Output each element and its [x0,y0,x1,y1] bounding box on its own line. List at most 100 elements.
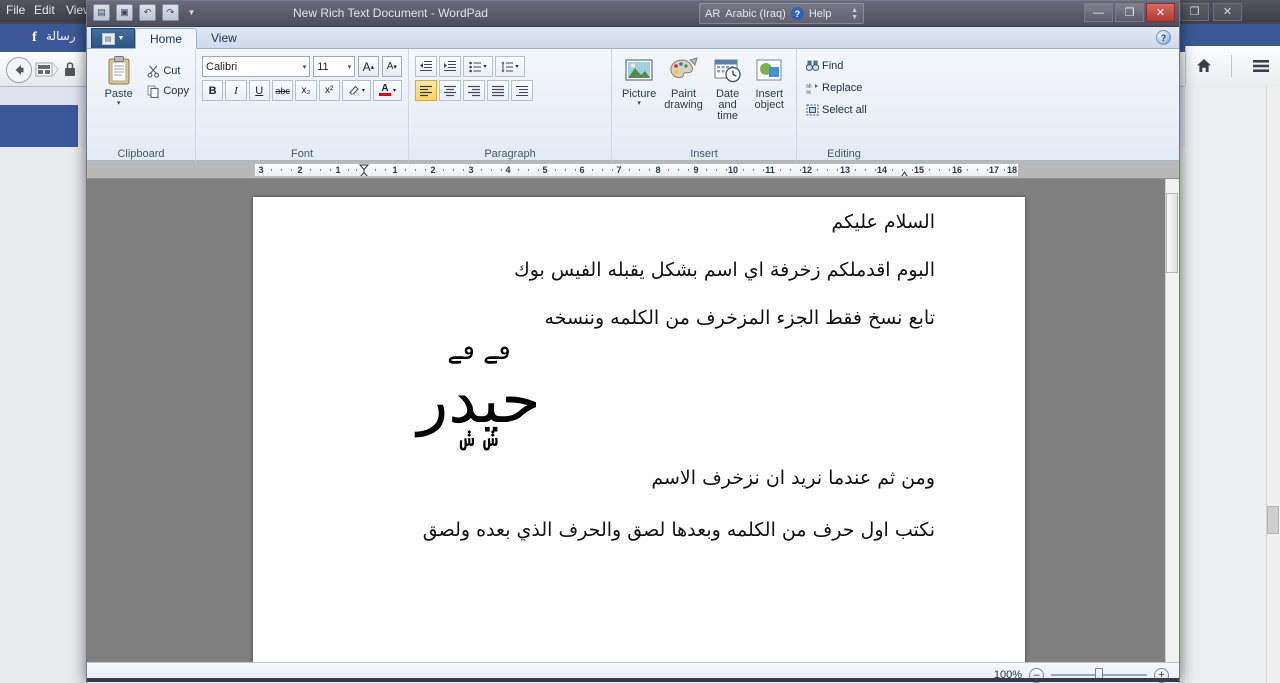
italic-button[interactable]: I [225,80,247,101]
decrease-indent-button[interactable] [415,56,437,77]
align-right-button[interactable] [463,80,485,101]
quick-access-toolbar[interactable]: ▤ ▣ ↶ ↷ ▼ [93,4,198,21]
ruler-tick: 1 [335,165,341,175]
chevron-down-icon[interactable]: ▾ [362,87,365,94]
grow-font-button[interactable]: A ▴ [358,56,379,77]
cut-button[interactable]: Cut [144,61,189,81]
document-page[interactable]: السلام عليكم البوم اقدملكم زخرفة اي اسم … [253,197,1025,662]
wordpad-window-controls[interactable]: — ❐ ✕ [1084,3,1175,22]
paint-drawing-button[interactable]: Paint drawing [660,53,707,124]
text-highlight-button[interactable]: ▾ [341,80,371,101]
replace-button[interactable]: ab ac Replace [803,78,885,98]
document-area[interactable]: السلام عليكم البوم اقدملكم زخرفة اي اسم … [87,179,1179,662]
tab-view[interactable]: View [197,27,251,48]
indent-marker[interactable] [358,164,370,176]
browser-right-toolbar[interactable] [1185,46,1280,86]
right-indent-marker[interactable] [900,170,909,176]
font-color-button[interactable]: A ▾ [372,80,402,101]
language-bar[interactable]: AR Arabic (Iraq) ? Help ▲ ▼ [699,3,864,24]
wordpad-close-button[interactable]: ✕ [1146,3,1175,22]
picture-caret-icon[interactable]: ▾ [637,100,641,107]
wordpad-titlebar[interactable]: ▤ ▣ ↶ ↷ ▼ New Rich Text Document - WordP… [87,1,1179,27]
select-all-button[interactable]: Select all [803,100,885,120]
lock-icon [65,62,75,76]
browser-close-button[interactable]: ✕ [1213,3,1242,21]
insert-object-button[interactable]: Insert object [748,53,790,124]
page-identity-icon [35,62,59,77]
facebook-left-band [0,105,78,150]
ruler-scale[interactable]: 3 2 1 1 2 3 4 5 6 7 8 9 10 11 12 13 14 1… [254,163,1019,177]
paste-button[interactable]: Paste ▾ [93,53,144,109]
paragraph-settings-icon [516,85,528,96]
wordpad-window: ▤ ▣ ↶ ↷ ▼ New Rich Text Document - WordP… [86,0,1180,683]
clipboard-group-label: Clipboard [117,148,165,160]
ribbon-tab-row[interactable]: ▤ ▼ Home View ? [87,27,1179,49]
insert-picture-button[interactable]: Picture ▾ [618,53,660,124]
undo-icon[interactable]: ↶ [139,4,156,21]
bullets-button[interactable]: ▾ [463,56,493,77]
font-size-value: 11 [317,60,329,73]
superscript-button[interactable]: x² [318,80,340,101]
facebook-logo-icon[interactable]: f [26,29,43,46]
align-left-button[interactable] [415,80,437,101]
doc-paragraph-4: ومن ثم عندما نريد ان نزخرف الاسم [651,467,935,489]
bold-button[interactable]: B [202,80,224,101]
font-family-combo[interactable]: Calibri ▾ [202,56,311,77]
tab-home[interactable]: Home [135,28,198,49]
ribbon-help-icon[interactable]: ? [1156,30,1171,45]
browser-scrollbar-thumb[interactable] [1267,506,1279,534]
document-scrollbar-thumb[interactable] [1166,193,1178,273]
paragraph-settings-button[interactable] [511,80,533,101]
align-right-icon [468,85,480,96]
ruler[interactable]: 3 2 1 1 2 3 4 5 6 7 8 9 10 11 12 13 14 1… [87,161,1179,179]
back-arrow-icon[interactable] [6,57,32,83]
chevron-down-icon[interactable]: ▾ [515,63,518,70]
chevron-down-icon[interactable]: ▾ [393,87,396,94]
ribbon: Paste ▾ Cut Copy Clipboard Calibri ▾ 11 … [87,49,1179,161]
wordpad-minimize-button[interactable]: — [1084,3,1113,22]
date-time-button[interactable]: Date and time [707,53,749,124]
document-scrollbar[interactable] [1165,179,1179,662]
menu-file[interactable]: File [6,3,25,17]
redo-icon[interactable]: ↷ [162,4,179,21]
paint-palette-icon [668,55,700,87]
browser-scrollbar[interactable] [1266,86,1280,683]
strikethrough-button[interactable]: abc [271,80,294,101]
document-text[interactable]: السلام عليكم البوم اقدملكم زخرفة اي اسم … [253,197,1025,547]
increase-indent-button[interactable] [439,56,461,77]
chevron-down-icon[interactable]: ▾ [299,63,307,71]
select-all-label: Select all [822,104,867,116]
line-spacing-button[interactable]: ▾ [495,56,525,77]
identity-box[interactable] [34,58,80,82]
wordpad-restore-button[interactable]: ❐ [1115,3,1144,22]
menu-edit[interactable]: Edit [34,3,55,17]
align-center-button[interactable] [439,80,461,101]
shrink-font-button[interactable]: A ▾ [381,56,402,77]
font-size-combo[interactable]: 11 ▾ [313,56,356,77]
language-bar-spinner-icon[interactable]: ▲ ▼ [851,7,858,21]
file-menu-button[interactable]: ▤ ▼ [91,28,135,48]
find-button[interactable]: Find [803,56,885,76]
file-menu-icon: ▤ [101,32,115,45]
chevron-down-icon[interactable]: ▾ [483,63,486,70]
customize-qat-caret-icon[interactable]: ▼ [185,4,198,21]
align-center-icon [444,85,456,96]
copy-button[interactable]: Copy [144,81,189,101]
hamburger-menu-icon[interactable] [1251,58,1271,74]
question-mark-icon[interactable]: ? [790,7,804,20]
subscript-button[interactable]: x₂ [295,80,317,101]
picture-label: Picture [622,88,657,100]
save-icon[interactable]: ▣ [116,4,133,21]
chevron-down-icon[interactable]: ▾ [344,63,352,71]
browser-maximize-button[interactable]: ❐ [1180,3,1209,21]
paste-caret-icon[interactable]: ▾ [117,100,121,107]
language-help-label[interactable]: Help [809,8,832,20]
language-code: AR [705,7,721,20]
align-justify-button[interactable] [487,80,509,101]
ruler-tick: 18 [1006,165,1018,175]
ruler-tick: 2 [430,165,436,175]
wordpad-app-icon[interactable]: ▤ [93,4,110,21]
facebook-arabic-link[interactable]: رسالة [46,29,76,43]
underline-button[interactable]: U [248,80,270,101]
home-icon[interactable] [1195,57,1213,75]
